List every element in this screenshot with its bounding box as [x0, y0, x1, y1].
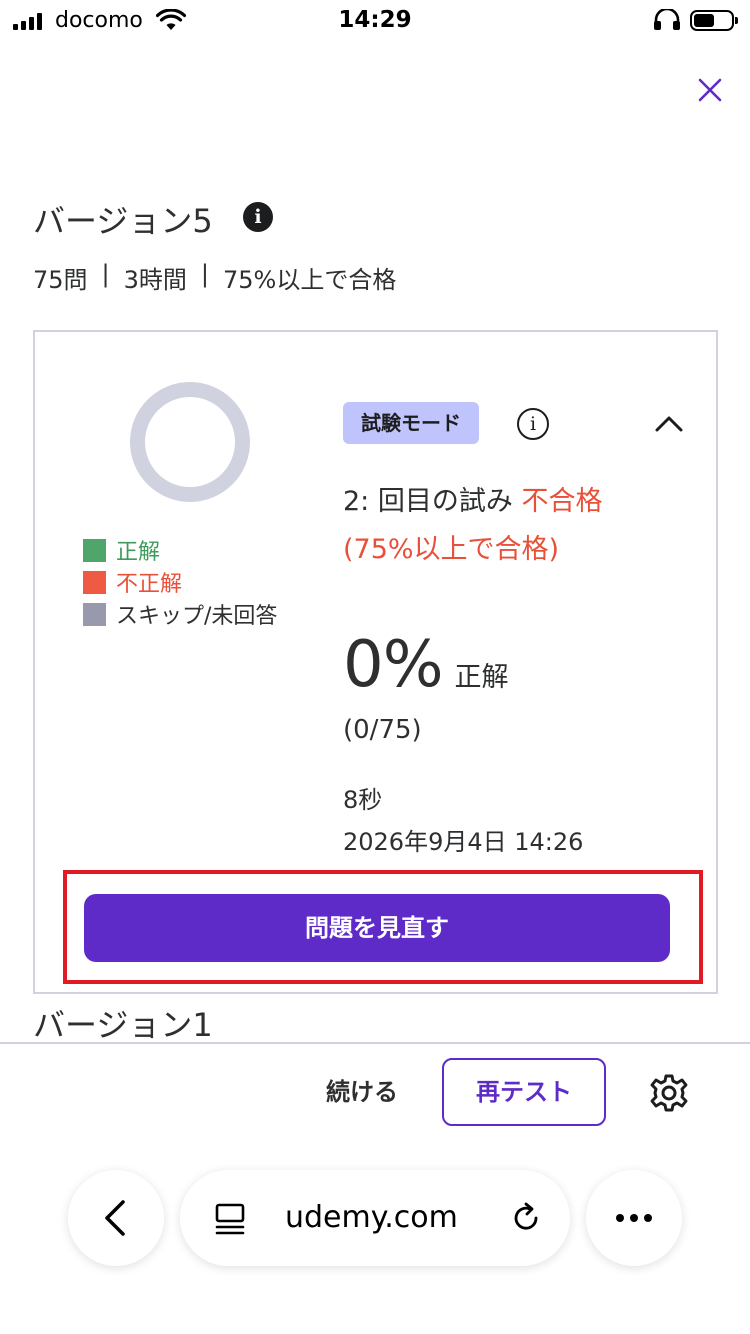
legend-label-skipped: スキップ/未回答 [116, 604, 278, 629]
legend-label-incorrect: 不正解 [116, 572, 183, 597]
legend-item-correct: 正解 [83, 534, 277, 566]
info-icon[interactable]: i [517, 408, 549, 440]
status-bar: docomo 14:29 [0, 0, 750, 44]
chevron-left-icon [105, 1200, 125, 1236]
score-percent: 0% [343, 628, 444, 702]
next-exam-title[interactable]: バージョン1 [33, 1000, 213, 1046]
meta-separator: | [200, 260, 210, 288]
action-bar: 続ける 再テスト [0, 1042, 750, 1142]
clock: 14:29 [338, 7, 412, 33]
chart-legend: 正解 不正解 スキップ/未回答 [83, 534, 277, 630]
meta-separator: | [101, 260, 110, 288]
attempt-datetime: 2026年9月4日 14:26 [343, 828, 584, 856]
browser-toolbar: udemy.com [0, 1142, 750, 1334]
exam-title: バージョン5 [33, 202, 213, 240]
review-questions-button[interactable]: 問題を見直す [84, 894, 670, 962]
retest-button[interactable]: 再テスト [442, 1058, 606, 1126]
legend-label-correct: 正解 [116, 540, 161, 565]
address-bar[interactable]: udemy.com [180, 1170, 570, 1266]
reader-icon[interactable] [212, 1200, 248, 1236]
attempt-summary: 2: 回目の試み 不合格 (75%以上で合格) [343, 478, 613, 574]
review-button-highlight: 問題を見直す [63, 870, 703, 984]
legend-swatch-skipped [83, 602, 106, 626]
reload-icon[interactable] [508, 1200, 544, 1236]
score-label: 正解 [454, 662, 509, 693]
gear-icon[interactable] [648, 1072, 690, 1114]
continue-button[interactable]: 続ける [326, 1072, 398, 1107]
legend-item-skipped: スキップ/未回答 [83, 598, 277, 630]
back-button[interactable] [68, 1170, 164, 1266]
info-icon[interactable]: i [243, 202, 273, 232]
exam-meta: 75問 | 3時間 | 75%以上で合格 [33, 260, 396, 295]
headphones-icon [654, 9, 680, 30]
elapsed-time: 8秒 [343, 786, 383, 814]
attempt-result-card: 正解 不正解 スキップ/未回答 試験モード i 2: 回目の試み 不合格 (75… [33, 330, 718, 994]
attempt-number: 2: 回目の試み [343, 486, 522, 517]
chevron-up-icon[interactable] [649, 406, 689, 440]
score: 0% 正解 [343, 628, 509, 702]
score-donut-chart [130, 382, 250, 502]
legend-swatch-correct [83, 538, 106, 562]
exam-duration: 3時間 [123, 266, 187, 294]
score-fraction: (0/75) [343, 715, 422, 745]
more-button[interactable] [586, 1170, 682, 1266]
battery-icon [690, 10, 738, 31]
pass-condition: 75%以上で合格 [223, 266, 397, 294]
legend-item-incorrect: 不正解 [83, 566, 277, 598]
exam-mode-badge: 試験モード [343, 402, 479, 444]
question-count: 75問 [33, 266, 88, 294]
more-dots-icon [616, 1214, 652, 1222]
url-text: udemy.com [285, 1200, 458, 1235]
close-icon[interactable] [692, 72, 728, 108]
legend-swatch-incorrect [83, 570, 106, 594]
